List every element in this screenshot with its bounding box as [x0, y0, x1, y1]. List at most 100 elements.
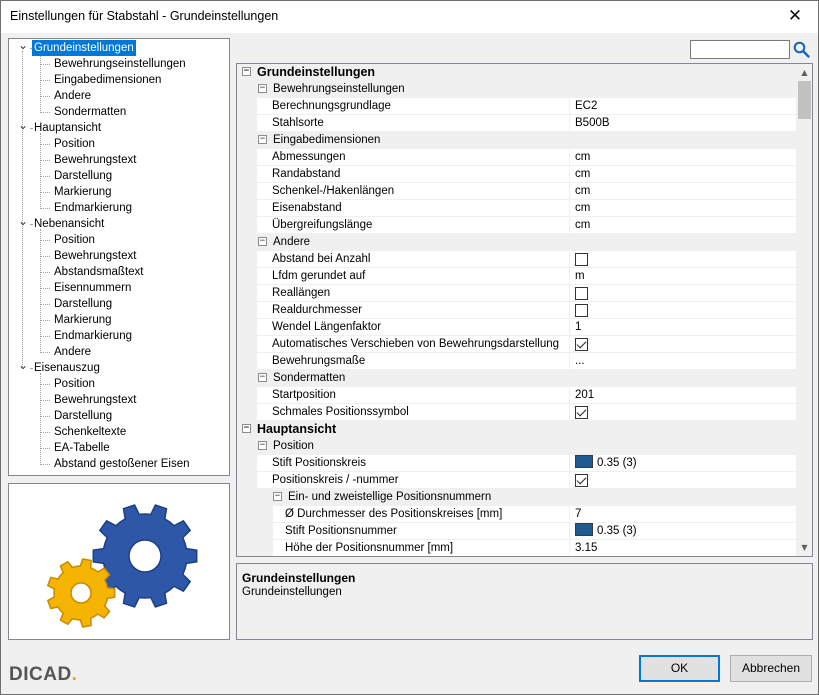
property-value[interactable]: 3.15 — [575, 540, 597, 556]
title-bar: Einstellungen für Stabstahl - Grundeinst… — [1, 1, 818, 33]
grid-property[interactable]: Reallängen — [237, 285, 796, 302]
property-grid[interactable]: − Grundeinstellungen − Bewehrungseinstellun… — [236, 63, 813, 557]
tree-expand-chevron-icon[interactable]: ⌄ — [17, 215, 29, 232]
property-checkbox[interactable] — [575, 474, 588, 487]
search-input[interactable] — [690, 40, 790, 59]
grid-property[interactable]: Eisenabstand cm — [237, 200, 796, 217]
grid-property[interactable]: Stift Positionsnummer 0.35 (3) — [237, 523, 796, 540]
grid-property[interactable]: Ø Durchmesser des Positionskreises [mm] 7 — [237, 506, 796, 523]
grid-category[interactable]: − Grundeinstellungen — [237, 64, 796, 81]
property-value[interactable]: cm — [575, 183, 590, 200]
collapse-minus-icon[interactable]: − — [258, 135, 267, 144]
grid-property[interactable]: Lfdm gerundet auf m — [237, 268, 796, 285]
grid-property[interactable]: Höhe der Positionsnummer [mm] 3.15 — [237, 540, 796, 556]
property-value[interactable]: 1 — [575, 319, 581, 336]
property-value[interactable]: cm — [575, 149, 590, 166]
tree-item-label: Darstellung — [54, 298, 113, 310]
property-value[interactable]: cm — [575, 166, 590, 183]
tree-item-label: Abstandsmaßtext — [54, 266, 144, 278]
category-label: Hauptansicht — [257, 422, 337, 436]
grid-margin — [237, 98, 257, 115]
property-value[interactable]: 201 — [575, 387, 594, 404]
property-checkbox[interactable] — [575, 406, 588, 419]
collapse-minus-icon[interactable]: − — [258, 373, 267, 382]
tree-expand-chevron-icon[interactable]: ⌄ — [17, 359, 29, 376]
property-value[interactable]: B500B — [575, 115, 610, 132]
grid-category[interactable]: − Bewehrungseinstellungen — [237, 81, 796, 98]
close-icon[interactable]: ✕ — [772, 1, 818, 32]
property-name: Bewehrungsmaße — [272, 355, 366, 367]
grid-property[interactable]: Startposition 201 — [237, 387, 796, 404]
tree-connector — [40, 160, 50, 161]
collapse-minus-icon[interactable]: − — [258, 237, 267, 246]
search-icon[interactable] — [793, 41, 810, 58]
property-checkbox[interactable] — [575, 304, 588, 317]
tree-connector — [40, 304, 50, 305]
category-label: Grundeinstellungen — [257, 65, 376, 79]
tree-item-label: Bewehrungseinstellungen — [54, 58, 186, 70]
ok-button[interactable]: OK — [639, 655, 720, 682]
scroll-thumb[interactable] — [798, 81, 811, 119]
grid-property[interactable]: Wendel Längenfaktor 1 — [237, 319, 796, 336]
grid-property[interactable]: Bewehrungsmaße... — [237, 353, 796, 370]
grid-category[interactable]: − Ein- und zweistellige Positionsnummern — [237, 489, 796, 506]
grid-margin — [237, 387, 257, 404]
scroll-up-icon[interactable]: ▲ — [796, 64, 812, 81]
tree-expand-chevron-icon[interactable]: ⌄ — [17, 119, 29, 136]
grid-margin — [237, 506, 273, 523]
property-value[interactable]: 0.35 (3) — [575, 455, 637, 472]
grid-property[interactable]: Übergreifungslänge cm — [237, 217, 796, 234]
property-value[interactable]: cm — [575, 200, 590, 217]
collapse-minus-icon[interactable]: − — [273, 492, 282, 501]
grid-property[interactable]: Stahlsorte B500B — [237, 115, 796, 132]
grid-property[interactable]: Abstand bei Anzahl — [237, 251, 796, 268]
grid-margin — [237, 336, 257, 353]
grid-scrollbar[interactable]: ▲ ▼ — [796, 64, 812, 556]
property-value[interactable]: EC2 — [575, 98, 597, 115]
grid-property[interactable]: Positionskreis / -nummer — [237, 472, 796, 489]
grid-property[interactable]: Abmessungen cm — [237, 149, 796, 166]
tree-item-label: Position — [54, 234, 95, 246]
cancel-button[interactable]: Abbrechen — [730, 655, 812, 682]
tree-connector — [40, 64, 50, 65]
grid-category[interactable]: − Eingabedimensionen — [237, 132, 796, 149]
tree-connector — [40, 208, 50, 209]
property-name: Startposition — [272, 389, 336, 401]
grid-property[interactable]: Realdurchmesser — [237, 302, 796, 319]
grid-property[interactable]: Schenkel-/Hakenlängen cm — [237, 183, 796, 200]
grid-category[interactable]: − Sondermatten — [237, 370, 796, 387]
property-checkbox[interactable] — [575, 287, 588, 300]
grid-property[interactable]: Randabstand cm — [237, 166, 796, 183]
grid-category[interactable]: − Andere — [237, 234, 796, 251]
property-name: Stift Positionskreis — [272, 457, 366, 469]
collapse-minus-icon[interactable]: − — [242, 67, 251, 76]
property-checkbox[interactable] — [575, 338, 588, 351]
grid-category[interactable]: − Position — [237, 438, 796, 455]
grid-margin — [237, 183, 257, 200]
collapse-minus-icon[interactable]: − — [242, 424, 251, 433]
grid-property[interactable]: Automatisches Verschieben von Bewehrungs… — [237, 336, 796, 353]
category-label: Bewehrungseinstellungen — [273, 83, 405, 95]
property-value[interactable]: 0.35 (3) — [575, 523, 637, 540]
property-value[interactable]: m — [575, 268, 585, 285]
description-title: Grundeinstellungen — [242, 571, 356, 585]
grid-property[interactable]: Schmales Positionssymbol — [237, 404, 796, 421]
property-value[interactable]: 7 — [575, 506, 581, 523]
tree-item-label: Hauptansicht — [34, 122, 102, 134]
property-checkbox[interactable] — [575, 253, 588, 266]
collapse-minus-icon[interactable]: − — [258, 84, 267, 93]
grid-category[interactable]: − Hauptansicht — [237, 421, 796, 438]
yellow-gear-icon — [46, 558, 116, 628]
tree-expand-chevron-icon[interactable]: ⌄ — [17, 39, 29, 56]
property-value[interactable]: ... — [575, 353, 585, 370]
grid-property[interactable]: Stift Positionskreis 0.35 (3) — [237, 455, 796, 472]
property-name: Höhe der Positionsnummer [mm] — [285, 542, 454, 554]
tree-connector — [40, 96, 50, 97]
tree-item-label: EA-Tabelle — [54, 442, 110, 454]
tree-connector — [40, 384, 50, 385]
grid-property[interactable]: Berechnungsgrundlage EC2 — [237, 98, 796, 115]
settings-tree[interactable]: ⌄ Grundeinstellungen Bewehrungseinstellung… — [8, 38, 230, 476]
property-value[interactable]: cm — [575, 217, 590, 234]
scroll-down-icon[interactable]: ▼ — [796, 539, 812, 556]
collapse-minus-icon[interactable]: − — [258, 441, 267, 450]
